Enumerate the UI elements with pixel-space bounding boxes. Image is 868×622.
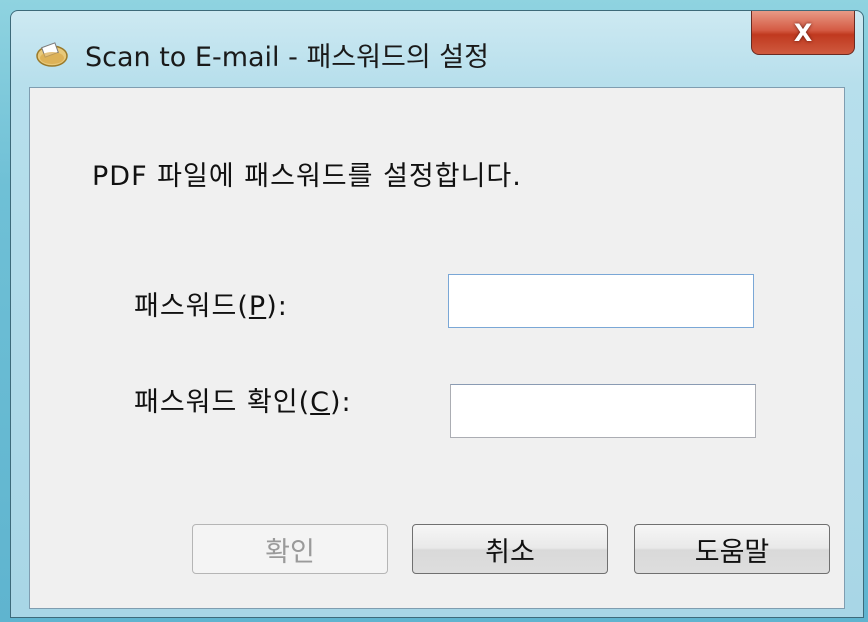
close-icon: X <box>793 18 813 47</box>
dialog-window: Scan to E-mail - 패스워드의 설정 X PDF 파일에 패스워드… <box>10 10 864 618</box>
password-label: 패스워드(P): <box>134 291 288 322</box>
ok-button[interactable]: 확인 <box>192 524 388 574</box>
window-title: Scan to E-mail - 패스워드의 설정 <box>85 42 489 73</box>
dialog-body: PDF 파일에 패스워드를 설정합니다. 패스워드(P): 패스워드 확인(C)… <box>29 87 845 609</box>
password-input[interactable] <box>448 274 754 328</box>
cancel-button[interactable]: 취소 <box>412 524 608 574</box>
title-bar[interactable]: Scan to E-mail - 패스워드의 설정 X <box>11 11 863 87</box>
confirm-access-key: C <box>310 387 331 418</box>
scanner-app-icon <box>36 42 68 67</box>
instruction-text: PDF 파일에 패스워드를 설정합니다. <box>92 161 522 192</box>
help-button[interactable]: 도움말 <box>634 524 830 574</box>
close-button[interactable]: X <box>751 11 855 55</box>
confirm-password-label: 패스워드 확인(C): <box>134 387 352 418</box>
confirm-password-input[interactable] <box>450 384 756 438</box>
password-access-key: P <box>248 291 267 322</box>
